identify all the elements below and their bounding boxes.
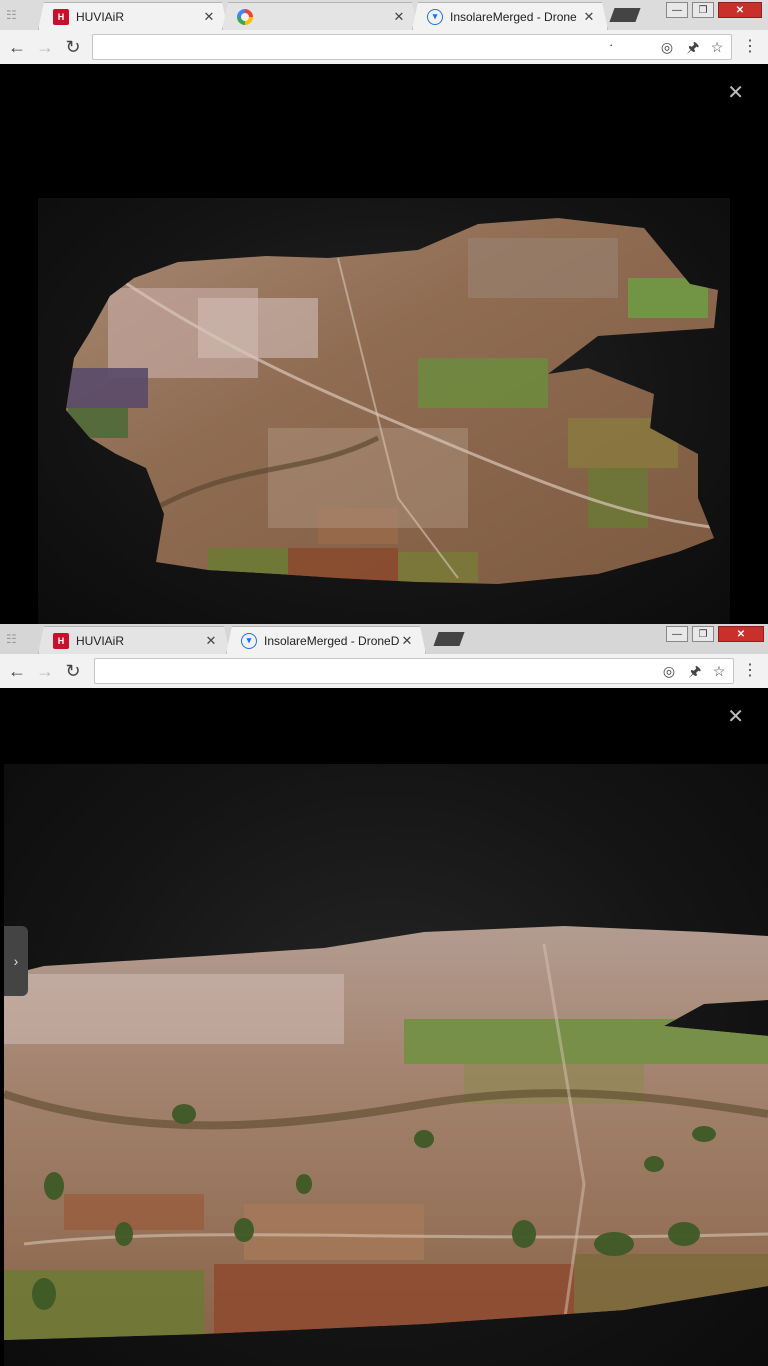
viewer-close-icon[interactable]: ✕ (727, 80, 744, 105)
field-brown (64, 1194, 204, 1230)
window-close-button[interactable]: ✕ (718, 2, 762, 18)
apps-icon[interactable]: ☷ (6, 8, 22, 22)
apps-icon[interactable]: ☷ (6, 632, 22, 646)
browser-toolbar: ← → ↻ · ◎ 🖈 ☆ ⋮ (0, 30, 768, 65)
tab-title: InsolareMerged - Drone (450, 9, 577, 24)
field-green (628, 278, 708, 318)
restore-button[interactable]: ❐ (692, 2, 714, 18)
3d-model-canvas[interactable] (38, 198, 730, 624)
field-dark (66, 368, 148, 408)
field-green (208, 548, 288, 578)
restore-button[interactable]: ❐ (692, 626, 714, 642)
minimize-button[interactable]: — (666, 2, 688, 18)
tab-close-icon[interactable]: ✕ (399, 633, 415, 649)
3d-model-canvas[interactable] (4, 764, 768, 1366)
field-green (4, 1270, 204, 1340)
extension-pin-icon[interactable]: 🖈 (685, 39, 701, 55)
field-green (418, 358, 548, 408)
browser-window-top: ☷ H HUVIAiR ✕ ✕ ▾ InsolareMerged - Drone… (0, 0, 768, 624)
reload-icon[interactable]: ↻ (62, 36, 84, 58)
field-brown (244, 1204, 424, 1260)
tab-strip: ☷ H HUVIAiR ✕ ✕ ▾ InsolareMerged - Drone… (0, 0, 768, 30)
tab-title: HUVIAiR (76, 9, 125, 24)
location-icon[interactable]: ◎ (661, 663, 677, 679)
chevron-right-icon: › (13, 953, 19, 969)
dronedeploy-logo-icon: ▾ (427, 9, 443, 25)
field-light (198, 298, 318, 358)
address-bar[interactable]: · ◎ 🖈 ☆ (92, 34, 732, 60)
tab-insolaremerged[interactable]: ▾ InsolareMerged - DroneD ✕ (226, 626, 426, 654)
map-viewer: ✕ (0, 64, 768, 624)
new-tab-button[interactable] (433, 632, 465, 646)
bookmark-star-icon[interactable]: ☆ (711, 663, 727, 679)
tab-title: HUVIAiR (76, 633, 125, 648)
minimize-button[interactable]: — (666, 626, 688, 642)
tab-close-icon[interactable]: ✕ (201, 9, 217, 25)
tab-title: InsolareMerged - DroneD (264, 633, 399, 648)
huviair-logo-icon: H (53, 633, 69, 649)
extension-pin-icon[interactable]: 🖈 (687, 663, 703, 679)
reload-icon[interactable]: ↻ (62, 660, 84, 682)
address-bar[interactable]: ◎ 🖈 ☆ (94, 658, 734, 684)
tab-google[interactable]: ✕ (222, 2, 418, 30)
browser-window-bottom: ☷ H HUVIAiR ✕ ▾ InsolareMerged - DroneD … (0, 624, 768, 1366)
tab-close-icon[interactable]: ✕ (391, 9, 407, 25)
field-green (404, 1019, 768, 1064)
tab-huviair[interactable]: H HUVIAiR ✕ (38, 2, 228, 30)
browser-menu-icon[interactable]: ⋮ (742, 660, 758, 680)
viewer-close-icon[interactable]: ✕ (727, 704, 744, 729)
terrain-map-top-view (66, 218, 718, 584)
map-viewer: ✕ (0, 688, 768, 1366)
back-icon[interactable]: ← (6, 36, 28, 58)
huviair-logo-icon: H (53, 9, 69, 25)
forward-icon[interactable]: → (34, 660, 56, 682)
new-tab-button[interactable] (609, 8, 641, 22)
field-green (68, 408, 128, 438)
dronedeploy-logo-icon: ▾ (241, 633, 257, 649)
browser-menu-icon[interactable]: ⋮ (742, 36, 758, 56)
field-green (588, 468, 648, 528)
field-light (468, 238, 618, 298)
tab-close-icon[interactable]: ✕ (581, 9, 597, 25)
field-red (288, 548, 398, 582)
field-olive (574, 1254, 768, 1314)
bookmark-star-icon[interactable]: ☆ (709, 39, 725, 55)
window-close-button[interactable]: ✕ (718, 626, 764, 642)
location-icon[interactable]: ◎ (659, 39, 675, 55)
field-olive (398, 552, 478, 582)
field-red (214, 1264, 574, 1340)
side-panel-toggle-button[interactable]: › (4, 926, 28, 996)
forward-icon[interactable]: → (34, 36, 56, 58)
field-light (4, 974, 344, 1044)
tab-insolaremerged[interactable]: ▾ InsolareMerged - Drone ✕ (412, 2, 608, 30)
back-icon[interactable]: ← (6, 660, 28, 682)
terrain-map-perspective-view (4, 926, 768, 1340)
address-dot: · (609, 37, 614, 52)
tab-close-icon[interactable]: ✕ (203, 633, 219, 649)
google-logo-icon (237, 9, 253, 25)
browser-toolbar: ← → ↻ ◎ 🖈 ☆ ⋮ (0, 654, 768, 689)
tab-strip: ☷ H HUVIAiR ✕ ▾ InsolareMerged - DroneD … (0, 624, 768, 654)
tab-huviair[interactable]: H HUVIAiR ✕ (38, 626, 230, 654)
field-olive (568, 418, 678, 468)
